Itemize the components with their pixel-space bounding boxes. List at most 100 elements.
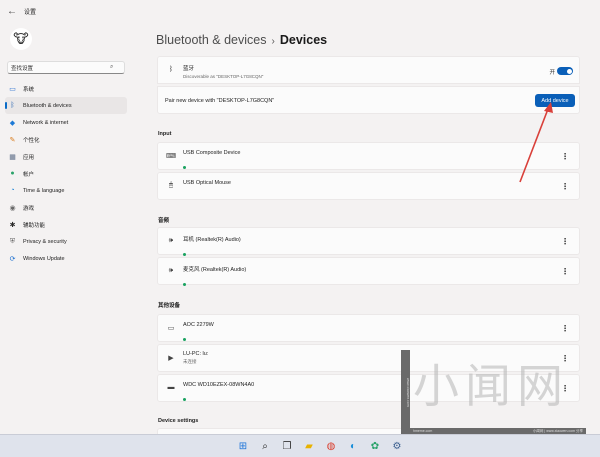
status-dot	[183, 283, 186, 286]
more-options-icon[interactable]: ⋮	[561, 183, 569, 191]
sidebar-item-label: 应用	[23, 154, 35, 161]
breadcrumb-parent[interactable]: Bluetooth & devices	[156, 33, 267, 47]
monitor-icon: ▭	[9, 85, 16, 93]
sidebar-item-3[interactable]: ✎ 个性化	[5, 131, 127, 148]
search-icon[interactable]: ⌕	[110, 64, 113, 71]
more-options-icon[interactable]: ⋮	[561, 325, 569, 333]
section-device-settings: Device settings	[158, 418, 199, 424]
bluetooth-toggle-label: 开	[549, 70, 555, 76]
device-text: 麦克风 (Realtek(R) Audio)	[183, 265, 246, 291]
back-arrow-icon[interactable]: ←	[4, 3, 20, 19]
device-name: USB Optical Mouse	[183, 180, 231, 186]
bluetooth-title: 蓝牙	[183, 66, 195, 72]
sidebar-item-label: Network & internet	[23, 119, 69, 126]
pair-text: Pair new device with "DESKTOP-L7G8CQN"	[165, 98, 275, 104]
pair-card: Pair new device with "DESKTOP-L7G8CQN" A…	[157, 86, 580, 114]
file-explorer-icon[interactable]: ▰	[302, 439, 316, 453]
search-input[interactable]	[8, 64, 108, 71]
sidebar-item-5[interactable]: ● 帐户	[5, 165, 127, 182]
wifi-icon: ◆	[9, 119, 16, 127]
device-text: LU-PC: lu: 未连接	[183, 351, 208, 365]
sidebar-item-7[interactable]: ◉ 游戏	[5, 199, 127, 216]
sidebar-item-label: 个性化	[23, 137, 40, 144]
sidebar-nav: ▭ 系统 ᛒ Bluetooth & devices ◆ Network & intern…	[5, 80, 127, 267]
update-icon: ⟳	[9, 255, 16, 263]
app-title: 设置	[24, 9, 37, 16]
chrome-icon[interactable]: ◍	[324, 439, 338, 453]
device-card[interactable]: 🕪 麦克风 (Realtek(R) Audio) ⋮	[157, 257, 580, 286]
avatar[interactable]: 🐮	[10, 28, 32, 50]
watermark-logo: 小闻网	[413, 359, 569, 413]
clock-globe-icon: ◔	[10, 187, 15, 194]
speaker-icon: 🕪	[168, 237, 174, 244]
status-dot	[183, 338, 186, 341]
watermark-bottom-right: 小闻网 | www.xiaowen.com 分享	[532, 428, 583, 433]
device-name: 耳机 (Realtek(R) Audio)	[183, 237, 241, 243]
media-device-icon: ▶	[168, 355, 174, 362]
sidebar-item-2[interactable]: ◆ Network & internet	[5, 114, 127, 131]
add-device-button[interactable]: Add device	[535, 94, 575, 107]
more-options-icon[interactable]: ⋮	[561, 153, 569, 161]
device-text: WDC WD10EZEX-08WN4A0	[183, 382, 254, 406]
shield-icon: ⛨	[9, 237, 16, 245]
watermark-bottom-left: hmeme.com	[413, 429, 433, 433]
sidebar-item-4[interactable]: ▦ 应用	[5, 148, 127, 165]
windows-start-icon[interactable]: ⊞	[236, 439, 250, 453]
speaker-icon: 🕪	[168, 267, 174, 274]
device-card[interactable]: 🖱 USB Optical Mouse ⋮	[157, 172, 580, 200]
status-dot	[183, 166, 186, 169]
sidebar-item-label: 辅助功能	[23, 222, 46, 229]
sidebar-item-10[interactable]: ⟳ Windows Update	[5, 250, 127, 267]
title-bar: ← 设置	[0, 0, 600, 22]
sidebar-item-1[interactable]: ᛒ Bluetooth & devices	[5, 97, 127, 114]
account-icon: ●	[10, 170, 15, 177]
section-other-devices: 其他设备	[158, 303, 181, 309]
edge-icon[interactable]: ◐	[346, 439, 360, 453]
taskbar: ⊞ ⌕ ❐ ▰ ◍ ◐ ✿ ⚙	[0, 434, 600, 457]
drive-icon: ▬	[167, 384, 175, 391]
sidebar-item-label: Time & language	[23, 187, 65, 194]
sidebar: 🐮 ⌕ ▭ 系统 ᛒ Bluetooth & devices ◆ Network & in…	[0, 22, 134, 434]
status-dot	[183, 253, 186, 256]
more-options-icon[interactable]: ⋮	[561, 268, 569, 276]
sidebar-item-label: Privacy & security	[23, 238, 67, 245]
watermark: www.xiaowen.com 小闻网 hmeme.com 小闻网 | www.…	[401, 350, 586, 434]
sidebar-item-6[interactable]: ◔ Time & language	[5, 182, 127, 199]
section-audio: 音频	[158, 218, 170, 224]
mouse-icon: 🖱	[168, 182, 174, 189]
device-text: USB Optical Mouse	[183, 180, 231, 186]
device-name: LU-PC: lu:	[183, 351, 209, 357]
sidebar-item-label: 游戏	[23, 205, 35, 212]
search-icon[interactable]: ⌕	[258, 439, 272, 453]
section-input: Input	[158, 131, 172, 137]
sidebar-item-8[interactable]: ✱ 辅助功能	[5, 216, 127, 233]
bluetooth-icon: ᛒ	[168, 66, 174, 73]
device-name: AOC 2279W	[183, 322, 214, 328]
monitor-icon: ▭	[167, 325, 175, 332]
device-status-text: 未连接	[183, 359, 197, 364]
bluetooth-toggle[interactable]	[557, 67, 573, 75]
more-options-icon[interactable]: ⋮	[561, 238, 569, 246]
gamepad-icon: ◉	[9, 204, 16, 212]
app-icon[interactable]: ✿	[368, 439, 382, 453]
page-title: Devices	[279, 33, 328, 47]
watermark-side-text: www.xiaowen.com	[401, 350, 410, 434]
device-name: 麦克风 (Realtek(R) Audio)	[183, 267, 247, 273]
taskbar-icons: ⊞ ⌕ ❐ ▰ ◍ ◐ ✿ ⚙	[236, 439, 404, 453]
status-dot	[183, 398, 186, 401]
device-name: USB Composite Device	[183, 150, 241, 156]
bluetooth-card: ᛒ 蓝牙 Discoverable as "DESKTOP-L7G8CQN" 开	[157, 56, 580, 84]
device-card[interactable]: 🕪 耳机 (Realtek(R) Audio) ⋮	[157, 227, 580, 256]
sidebar-item-label: 系统	[23, 86, 35, 93]
breadcrumb-separator: ›	[271, 36, 275, 47]
device-card[interactable]: ⌨ USB Composite Device ⋮	[157, 142, 580, 170]
settings-gear-icon[interactable]: ⚙	[390, 439, 404, 453]
sidebar-item-9[interactable]: ⛨ Privacy & security	[5, 233, 127, 250]
task-view-icon[interactable]: ❐	[280, 439, 294, 453]
device-card[interactable]: ▭ AOC 2279W ⋮	[157, 314, 580, 342]
search-box[interactable]: ⌕	[7, 61, 125, 74]
sidebar-item-label: 帐户	[23, 171, 35, 178]
sidebar-item-0[interactable]: ▭ 系统	[5, 80, 127, 97]
device-name: WDC WD10EZEX-08WN4A0	[183, 382, 255, 388]
sidebar-item-label: Bluetooth & devices	[23, 102, 72, 109]
